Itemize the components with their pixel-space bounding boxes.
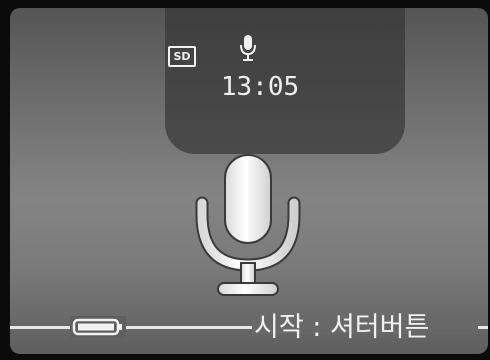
shutter-start-hint: 시작 : 셔터버튼: [254, 312, 430, 343]
battery-full-icon: [70, 316, 126, 338]
sd-card-icon: SD: [168, 46, 196, 67]
microphone-icon: [195, 154, 301, 296]
microphone-mode-icon: [240, 35, 256, 61]
clock-time: 13:05: [220, 72, 300, 102]
sd-card-label: SD: [173, 50, 191, 63]
camera-screen: SD 13:05 시작 : 셔터버튼: [0, 0, 490, 360]
